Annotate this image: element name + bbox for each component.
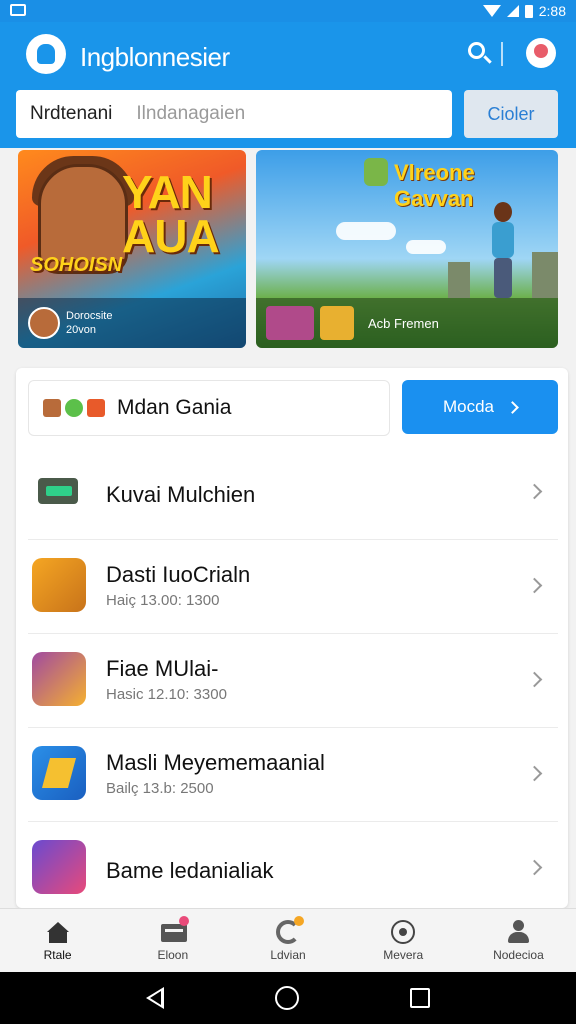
feature-header[interactable]: Mdan Gania <box>28 380 390 436</box>
nav-item-disc[interactable]: Ldvian <box>230 909 345 972</box>
ruin-art <box>448 262 470 298</box>
game-meta: Bailç 13.b: 2500 <box>106 780 214 797</box>
chevron-right-icon <box>526 859 543 876</box>
app-title: Ingblonnesier <box>80 42 230 72</box>
nav-label: Eloon <box>157 947 189 962</box>
search-label: Nrdtenani <box>30 103 113 124</box>
banner-avatar <box>28 307 60 339</box>
nav-item-store[interactable]: Eloon <box>115 909 230 972</box>
list-item[interactable]: Kuvai Mulchien <box>28 446 558 540</box>
profile-avatar-icon[interactable] <box>526 38 556 68</box>
status-bar: 2:88 <box>0 0 576 22</box>
bottom-navigation: Rtale Eloon Ldvian Mevera Nodecioa <box>0 908 576 972</box>
banner-stat-line: 20von <box>66 324 96 336</box>
banner-right-title: Vlreone Gavvan <box>394 160 475 211</box>
chevron-right-icon <box>526 483 543 500</box>
cloud-art <box>336 222 396 240</box>
nav-item-ring[interactable]: Mevera <box>346 909 461 972</box>
nav-label: Nodecioa <box>493 947 544 962</box>
signal-icon <box>506 5 519 17</box>
chevron-right-icon <box>506 400 519 414</box>
system-navigation-bar <box>0 972 576 1024</box>
search-row: Nrdtenani Cioler <box>16 90 560 138</box>
home-circle-icon[interactable] <box>274 986 299 1010</box>
game-name: Kuvai Mulchien <box>106 482 256 507</box>
game-name: Masli Meyememaanial <box>106 750 325 775</box>
app-logo-icon[interactable] <box>26 34 66 74</box>
game-logo-icon <box>364 158 388 186</box>
chevron-right-icon <box>526 765 543 782</box>
banner-big-title: YAN AUA <box>122 166 220 262</box>
ring-icon <box>391 919 416 944</box>
game-icon <box>32 746 86 800</box>
thumbnail-icon <box>320 306 354 340</box>
more-button[interactable]: Mocda <box>402 380 558 434</box>
list-item[interactable]: Bame ledanialiak <box>28 822 558 908</box>
list-item[interactable]: Masli Meyememaanial Bailç 13.b: 2500 <box>28 728 558 822</box>
banner-stat-line: Dorocsite <box>66 310 113 322</box>
feature-icons <box>43 399 105 417</box>
game-name: Bame ledanialiak <box>106 858 274 883</box>
featured-banner-left[interactable]: YAN AUA SOHOISN Dorocsite 20von <box>18 150 246 348</box>
feature-title: Mdan Gania <box>117 396 232 419</box>
store-icon <box>160 915 189 944</box>
game-name: Fiae MUlai- <box>106 656 219 681</box>
featured-banner-right[interactable]: Vlreone Gavvan Acb Fremen <box>256 150 558 348</box>
status-time: 2:88 <box>538 3 566 19</box>
notification-area <box>10 3 26 19</box>
profile-icon <box>506 919 530 944</box>
home-icon <box>46 920 70 944</box>
banner-caption: Acb Fremen <box>368 315 439 331</box>
battery-icon <box>524 4 533 18</box>
ruin-art <box>532 252 558 298</box>
game-icon <box>32 652 86 706</box>
game-meta: Hasic 12.10: 3300 <box>106 686 227 703</box>
app-bar: Ingblonnesier Nrdtenani Cioler <box>0 22 576 148</box>
game-list-card: Mdan Gania Mocda Kuvai Mulchien Dasti Iu… <box>16 368 568 908</box>
cloud-art <box>406 240 446 254</box>
gem-icon <box>65 399 83 417</box>
nav-label: Rtale <box>43 947 72 962</box>
nav-item-profile[interactable]: Nodecioa <box>461 909 576 972</box>
list-item[interactable]: Dasti IuoCrialn Haiç 13.00: 1300 <box>28 540 558 634</box>
divider <box>501 42 503 66</box>
banner-footer: Dorocsite 20von <box>18 298 246 348</box>
recent-apps-icon[interactable] <box>410 988 431 1008</box>
game-icon <box>32 840 86 894</box>
game-icon <box>32 558 86 612</box>
wifi-icon <box>482 5 501 17</box>
list-item[interactable]: Fiae MUlai- Hasic 12.10: 3300 <box>28 634 558 728</box>
game-meta: Haiç 13.00: 1300 <box>106 592 220 609</box>
disc-icon <box>276 915 304 944</box>
nav-label: Mevera <box>383 947 424 962</box>
banner-stats: Dorocsite 20von <box>66 309 112 337</box>
more-button-label: Mocda <box>442 397 495 416</box>
banner-footer: Acb Fremen <box>256 298 558 348</box>
banner-sub-title: SOHOISN <box>30 254 123 276</box>
game-name: Dasti IuoCrialn <box>106 562 251 587</box>
game-icon <box>32 464 86 518</box>
badge-icon <box>87 399 105 417</box>
search-icon[interactable] <box>466 40 494 68</box>
runner-character-art <box>488 202 518 298</box>
search-input[interactable] <box>136 103 417 125</box>
clear-button[interactable]: Cioler <box>464 90 558 138</box>
nav-item-home[interactable]: Rtale <box>0 909 115 972</box>
avatar-icon <box>43 399 61 417</box>
status-icons: 2:88 <box>482 3 566 19</box>
feature-row: Mdan Gania Mocda <box>16 368 568 446</box>
nav-label: Ldvian <box>270 947 306 962</box>
chevron-right-icon <box>526 671 543 688</box>
notification-icon <box>10 4 26 16</box>
back-icon[interactable] <box>145 987 164 1009</box>
thumbnail-icon <box>266 306 314 340</box>
search-box[interactable]: Nrdtenani <box>16 90 452 138</box>
chevron-right-icon <box>526 577 543 594</box>
